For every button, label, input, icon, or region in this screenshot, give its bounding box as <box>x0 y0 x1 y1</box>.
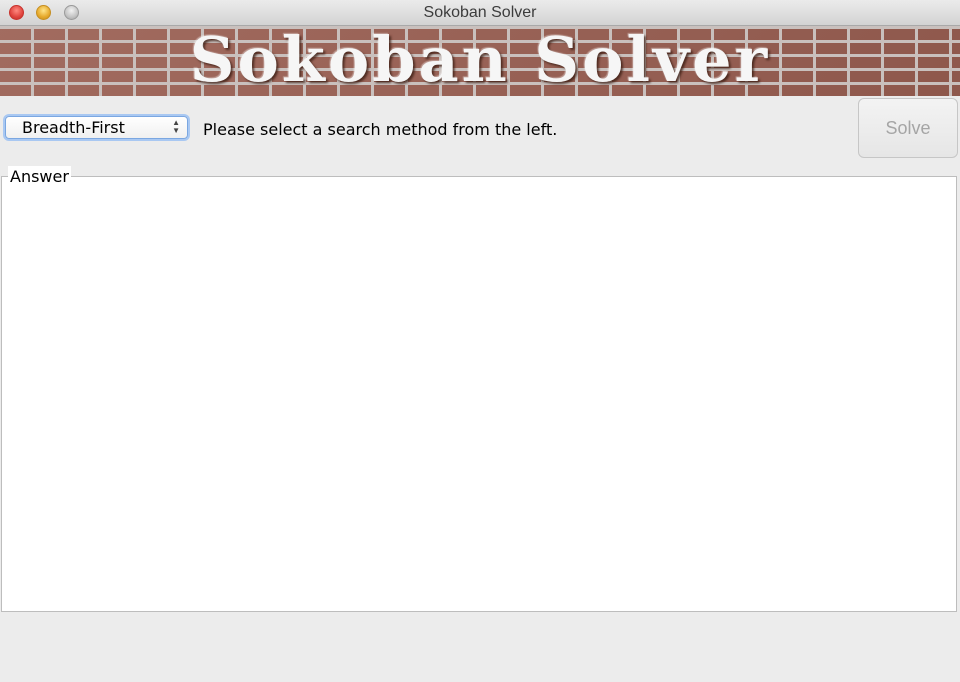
banner-image: Sokoban Solver <box>0 26 960 96</box>
up-down-arrows-icon: ▲ ▼ <box>172 118 180 135</box>
search-method-value: Breadth-First <box>22 118 125 137</box>
solve-button[interactable]: Solve <box>858 98 958 158</box>
answer-text-area[interactable] <box>6 191 952 607</box>
bottom-area <box>0 616 960 682</box>
banner-title: Sokoban Solver <box>189 26 771 96</box>
status-message: Please select a search method from the l… <box>203 120 558 139</box>
answer-panel[interactable] <box>1 176 957 612</box>
title-bar[interactable]: Sokoban Solver <box>0 0 960 26</box>
answer-label: Answer <box>8 166 71 188</box>
window-title: Sokoban Solver <box>423 4 537 21</box>
app-window: Sokoban Solver Sokoban Solver Breadth-Fi… <box>0 0 960 682</box>
search-method-select[interactable]: Breadth-First ▲ ▼ <box>5 116 188 139</box>
control-bar: Breadth-First ▲ ▼ Please select a search … <box>0 96 960 164</box>
